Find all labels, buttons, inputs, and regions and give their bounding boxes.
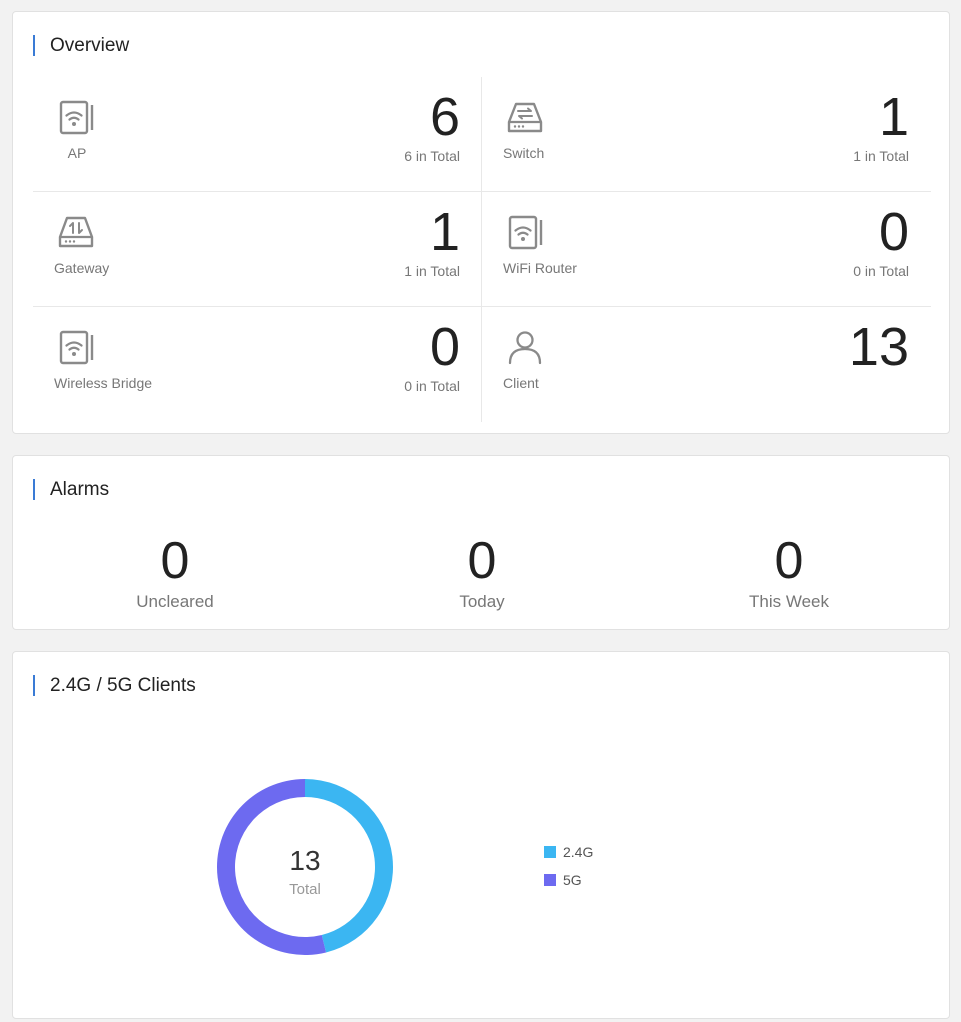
device-count: 1 xyxy=(878,87,909,147)
legend-swatch-24g xyxy=(544,846,556,858)
wifi-router-icon xyxy=(508,215,543,250)
alarm-count: 0 xyxy=(467,532,497,590)
clients-chart-title: 2.4G / 5G Clients xyxy=(33,674,196,697)
device-label: Wireless Bridge xyxy=(54,375,153,391)
device-tile-ap[interactable]: AP 6 6 in Total xyxy=(33,77,482,192)
ap-icon xyxy=(59,100,94,135)
legend-item-24g[interactable]: 2.4G xyxy=(544,844,593,860)
wireless-bridge-icon xyxy=(59,330,94,365)
alarm-this-week[interactable]: 0 This Week xyxy=(689,532,889,612)
device-label: AP xyxy=(67,145,87,161)
donut-center: 13 Total xyxy=(217,845,393,898)
device-total: 1 in Total xyxy=(404,263,460,279)
device-count: 0 xyxy=(429,317,460,377)
device-count: 13 xyxy=(848,317,909,377)
device-count: 1 xyxy=(429,202,460,262)
device-tile-wifi-router[interactable]: WiFi Router 0 0 in Total xyxy=(482,192,931,307)
device-tile-switch[interactable]: Switch 1 1 in Total xyxy=(482,77,931,192)
device-label: WiFi Router xyxy=(503,260,577,276)
alarms-card: Alarms 0 Uncleared 0 Today 0 This Week xyxy=(12,455,950,630)
device-tile-client[interactable]: Client 13 xyxy=(482,307,931,422)
switch-icon xyxy=(507,102,543,133)
device-total: 6 in Total xyxy=(404,148,460,164)
alarm-today[interactable]: 0 Today xyxy=(382,532,582,612)
donut-total-value: 13 xyxy=(289,845,321,876)
alarms-title: Alarms xyxy=(33,478,109,501)
device-tile-wireless-bridge[interactable]: Wireless Bridge 0 0 in Total xyxy=(33,307,482,422)
legend-label: 5G xyxy=(563,872,582,888)
donut-total-label: Total xyxy=(289,881,321,898)
device-label: Client xyxy=(503,375,539,391)
device-total: 0 in Total xyxy=(853,263,909,279)
legend-item-5g[interactable]: 5G xyxy=(544,872,582,888)
device-tile-gateway[interactable]: Gateway 1 1 in Total xyxy=(33,192,482,307)
overview-title: Overview xyxy=(33,34,129,57)
legend-label: 2.4G xyxy=(563,844,594,860)
device-count: 0 xyxy=(878,202,909,262)
alarm-label: Uncleared xyxy=(136,592,214,611)
device-count: 6 xyxy=(429,87,460,147)
alarm-label: This Week xyxy=(749,592,829,611)
alarm-label: Today xyxy=(459,592,505,611)
legend-swatch-5g xyxy=(544,874,556,886)
alarm-uncleared[interactable]: 0 Uncleared xyxy=(75,532,275,612)
device-label: Switch xyxy=(503,145,545,161)
alarm-count: 0 xyxy=(774,532,804,590)
device-label: Gateway xyxy=(54,260,110,276)
alarm-count: 0 xyxy=(160,532,190,590)
overview-card: Overview AP 6 6 in Total Switch 1 1 in T… xyxy=(12,11,950,434)
device-total: 1 in Total xyxy=(853,148,909,164)
gateway-icon xyxy=(58,216,94,248)
client-icon xyxy=(508,331,542,365)
device-total: 0 in Total xyxy=(404,378,460,394)
clients-chart-card: 2.4G / 5G Clients 13 Total 2.4G 5G xyxy=(12,651,950,1019)
